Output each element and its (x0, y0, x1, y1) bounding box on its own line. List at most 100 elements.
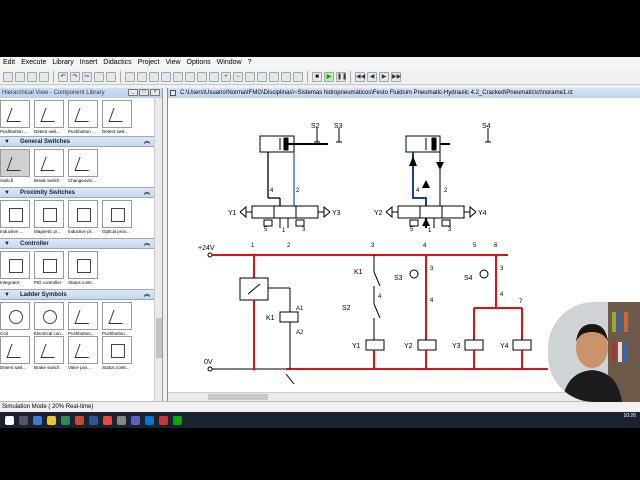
library-tile[interactable]: Optical prox... (102, 200, 134, 238)
sensor-s4-contact[interactable] (479, 269, 489, 279)
excel-icon[interactable] (61, 415, 70, 425)
relay-k1-coil[interactable] (279, 311, 299, 323)
library-tile[interactable]: Detent swit... (0, 336, 32, 374)
library-tile[interactable]: Valve pos... (68, 336, 100, 374)
valve-y1[interactable] (239, 205, 331, 228)
save-icon[interactable] (27, 71, 37, 82)
zoom-fit-icon[interactable] (245, 71, 255, 82)
library-tile[interactable]: Coil (0, 302, 32, 340)
library-tile[interactable]: Detent swit... (34, 100, 66, 138)
zoom-icon[interactable] (209, 71, 219, 82)
align-right-icon[interactable] (149, 71, 159, 82)
menu-insert[interactable]: Insert (77, 57, 101, 69)
menu-help[interactable]: ? (245, 57, 255, 69)
menu-edit[interactable]: Edit (0, 57, 18, 69)
menu-window[interactable]: Window (214, 57, 245, 69)
solenoid-y4[interactable] (512, 339, 532, 351)
fast-forward-icon[interactable]: ▶▶ (391, 71, 401, 82)
category-controller[interactable]: ▼ Controller ︽ (0, 238, 162, 249)
minimize-button[interactable]: _ (128, 89, 138, 96)
library-scrollbar[interactable] (154, 98, 162, 401)
library-tile[interactable]: Pushbutton ... (0, 100, 32, 138)
paste-icon[interactable] (106, 71, 116, 82)
scrollbar-thumb[interactable] (208, 394, 268, 400)
fluidsim-icon[interactable] (173, 415, 182, 425)
app-icon[interactable] (117, 415, 126, 425)
menu-execute[interactable]: Execute (18, 57, 49, 69)
close-button[interactable]: × (150, 89, 160, 96)
library-tile[interactable]: Inductive ... (0, 200, 32, 238)
undo-icon[interactable]: ↶ (58, 71, 68, 82)
outlook-icon[interactable] (145, 415, 154, 425)
menu-project[interactable]: Project (135, 57, 163, 69)
acrobat-icon[interactable] (159, 415, 168, 425)
align-middle-icon[interactable] (173, 71, 183, 82)
solenoid-y3[interactable] (464, 339, 484, 351)
zoom-window-icon[interactable] (257, 71, 267, 82)
redo-icon[interactable]: ↷ (70, 71, 80, 82)
cylinder-a[interactable] (259, 135, 328, 153)
library-tile[interactable]: Status contr... (68, 251, 100, 289)
new-file-icon[interactable] (3, 71, 13, 82)
powerpoint-icon[interactable] (75, 415, 84, 425)
step-forward-icon[interactable]: ▶ (379, 71, 389, 82)
search-icon[interactable] (19, 415, 28, 425)
library-tile[interactable]: Changeover... (68, 149, 100, 187)
teams-icon[interactable] (131, 415, 140, 425)
category-ladder-symbols[interactable]: ▼ Ladder Symbols ︽ (0, 289, 162, 300)
pause-icon[interactable]: ❚❚ (336, 71, 347, 82)
library-tile[interactable]: Detent swit... (102, 100, 134, 138)
library-tile[interactable]: PID controller (34, 251, 66, 289)
start-icon[interactable] (5, 415, 14, 425)
zoom-previous-icon[interactable] (281, 71, 291, 82)
library-tile[interactable]: Integrator (0, 251, 32, 289)
switch-s2[interactable] (373, 303, 381, 319)
align-top-icon[interactable] (161, 71, 171, 82)
grid-icon[interactable] (197, 71, 207, 82)
library-tile[interactable]: Pushbutton... (102, 302, 134, 340)
library-tile[interactable]: Break switch (34, 149, 66, 187)
print-icon[interactable] (39, 71, 49, 82)
cylinder-b[interactable] (405, 135, 450, 153)
rewind-icon[interactable]: ◀◀ (355, 71, 365, 82)
align-bottom-icon[interactable] (185, 71, 195, 82)
maximize-button[interactable]: □ (139, 89, 149, 96)
menu-view[interactable]: View (162, 57, 183, 69)
category-general-switches[interactable]: ▼ General Switches ︽ (0, 136, 162, 147)
sensor-s3-contact[interactable] (409, 269, 419, 279)
library-tile[interactable]: Brake switch (34, 336, 66, 374)
library-tile[interactable]: Inductive pr... (68, 200, 100, 238)
menu-didactics[interactable]: Didactics (100, 57, 134, 69)
step-back-icon[interactable]: ◀ (367, 71, 377, 82)
align-left-icon[interactable] (125, 71, 135, 82)
library-tile[interactable]: Pushbutton ... (68, 100, 100, 138)
contact-k1[interactable] (373, 271, 381, 287)
category-proximity-switches[interactable]: ▼ Proximity Switches ︽ (0, 187, 162, 198)
stop-icon[interactable]: ■ (312, 71, 322, 82)
word-icon[interactable] (89, 415, 98, 425)
library-tile[interactable]: Switch (0, 149, 32, 187)
zoom-out-icon[interactable]: − (233, 71, 243, 82)
align-center-icon[interactable] (137, 71, 147, 82)
solenoid-y1[interactable] (365, 339, 385, 351)
cut-icon[interactable]: ✂ (82, 71, 92, 82)
edge-icon[interactable] (33, 415, 42, 425)
zoom-in-icon[interactable]: + (221, 71, 231, 82)
clock[interactable]: 10:26 (623, 413, 636, 419)
library-tile[interactable]: Pushbutton... (68, 302, 100, 340)
copy-icon[interactable] (94, 71, 104, 82)
chrome-icon[interactable] (103, 415, 112, 425)
folder-icon[interactable] (47, 415, 56, 425)
menu-options[interactable]: Options (184, 57, 214, 69)
pan-icon[interactable] (293, 71, 303, 82)
open-file-icon[interactable] (15, 71, 25, 82)
solenoid-y2[interactable] (417, 339, 437, 351)
menu-library[interactable]: Library (49, 57, 76, 69)
check-drawing-icon[interactable] (269, 71, 279, 82)
valve-y2[interactable] (385, 205, 477, 228)
scrollbar-thumb[interactable] (156, 318, 162, 358)
library-tile[interactable]: Magnetic pr... (34, 200, 66, 238)
library-tile[interactable]: Electrical con... (34, 302, 66, 340)
library-tile[interactable]: Status contr... (102, 336, 134, 374)
play-icon[interactable]: ▶ (324, 71, 334, 82)
